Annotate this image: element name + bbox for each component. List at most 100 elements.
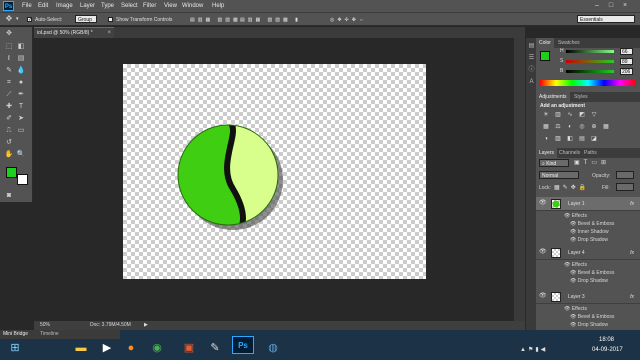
hue-saturation-icon[interactable]: ▦ — [542, 124, 550, 131]
brightness-value[interactable]: 206 — [620, 68, 633, 75]
tab-styles[interactable]: Styles — [571, 92, 591, 102]
effect-row[interactable]: 👁 Bevel & Emboss — [536, 269, 640, 277]
fx-icon[interactable]: fx — [630, 201, 634, 207]
firefox-icon[interactable]: ● — [120, 338, 142, 358]
start-button-icon[interactable]: ⊞ — [4, 338, 26, 358]
fx-icon[interactable]: fx — [630, 250, 634, 256]
media-player-icon[interactable]: ▶ — [96, 338, 118, 358]
eye-icon[interactable]: 👁 — [570, 278, 578, 284]
vibrance-icon[interactable]: ▽ — [590, 112, 598, 119]
eye-icon[interactable]: 👁 — [570, 322, 578, 328]
file-explorer-icon[interactable]: ▬ — [70, 338, 92, 358]
marquee-tool-icon[interactable]: ⬚ — [4, 42, 14, 52]
eye-icon[interactable]: 👁 — [570, 270, 578, 276]
menu-view[interactable]: View — [164, 3, 177, 9]
layer-filter-kind[interactable]: ⌕ Kind — [539, 159, 569, 167]
color-spectrum-ramp[interactable] — [540, 80, 636, 86]
background-color-swatch[interactable] — [17, 174, 28, 185]
layer-filter-icons[interactable]: ▣T▭⊞ — [574, 159, 610, 166]
auto-select-checkbox[interactable]: ✓ — [27, 17, 32, 23]
path-selection-tool-icon[interactable]: ➤ — [16, 114, 26, 124]
layer-name[interactable]: Layer 4 — [568, 250, 585, 256]
color-balance-icon[interactable]: ⚖ — [554, 124, 562, 131]
history-panel-icon[interactable]: ▤ — [527, 42, 536, 51]
tab-mini-bridge[interactable]: Mini Bridge — [3, 331, 28, 337]
effect-row[interactable]: 👁 Bevel & Emboss — [536, 220, 640, 228]
network-app-icon[interactable]: ◍ — [262, 338, 284, 358]
foreground-color-swatch[interactable] — [6, 167, 17, 178]
black-white-icon[interactable]: ◐ — [566, 124, 574, 131]
menu-filter[interactable]: Filter — [143, 3, 156, 9]
dropdown-arrow-icon[interactable]: ▾ — [16, 16, 19, 22]
curves-icon[interactable]: ∿ — [566, 112, 574, 119]
photoshop-taskbar-icon[interactable]: Ps — [232, 336, 254, 354]
visibility-eye-icon[interactable]: 👁 — [539, 249, 547, 255]
dodge-tool-icon[interactable]: ● — [16, 78, 26, 88]
menu-select[interactable]: Select — [121, 3, 138, 9]
tab-color[interactable]: Color — [536, 38, 554, 48]
eyedropper-tool-icon[interactable]: ⟋ — [4, 90, 14, 100]
history-brush-tool-icon[interactable]: ↺ — [4, 138, 14, 148]
menu-window[interactable]: Window — [182, 3, 203, 9]
character-panel-icon[interactable]: A — [527, 78, 536, 87]
brightness-contrast-icon[interactable]: ☀ — [542, 112, 550, 119]
maximize-button[interactable]: □ — [606, 1, 616, 10]
opacity-value[interactable] — [616, 171, 634, 179]
clone-stamp-tool-icon[interactable]: ⎍ — [4, 126, 14, 136]
clock-date[interactable]: 04-09-2017 — [592, 347, 623, 353]
eraser-tool-icon[interactable]: ◧ — [16, 42, 26, 52]
eye-icon[interactable]: 👁 — [570, 314, 578, 320]
effects-header[interactable]: 👁 Effects — [536, 261, 640, 269]
align-icons[interactable]: ▤▥▦ ▧▨▩ — [190, 17, 241, 23]
levels-icon[interactable]: ▥ — [554, 112, 562, 119]
move-tool-preset-icon[interactable]: ✥ — [4, 14, 14, 24]
blend-mode-dropdown[interactable]: Normal — [539, 171, 579, 179]
layer-row-layer-4[interactable]: 👁 Layer 4 fx — [536, 246, 640, 260]
auto-select-dropdown[interactable]: Group — [75, 15, 97, 23]
tab-layers[interactable]: Layers — [536, 148, 558, 158]
chrome-icon[interactable]: ◉ — [146, 338, 168, 358]
properties-panel-icon[interactable]: ☰ — [527, 54, 536, 63]
effect-row[interactable]: 👁 Drop Shadow — [536, 236, 640, 244]
effect-row[interactable]: 👁 Bevel & Emboss — [536, 313, 640, 321]
clock-time[interactable]: 18:08 — [599, 337, 614, 343]
lock-icons[interactable]: ▦✎✥🔒 — [554, 184, 589, 191]
menu-file[interactable]: File — [22, 3, 32, 9]
blur-tool-icon[interactable]: 💧 — [16, 66, 26, 76]
eye-icon[interactable]: 👁 — [564, 306, 572, 312]
brightness-slider[interactable] — [566, 70, 614, 73]
lasso-tool-icon[interactable]: ℓ — [4, 54, 14, 64]
threshold-icon[interactable]: ◧ — [566, 136, 574, 143]
tab-adjustments[interactable]: Adjustments — [536, 92, 570, 102]
eye-icon[interactable]: 👁 — [564, 262, 572, 268]
menu-edit[interactable]: Edit — [38, 3, 48, 9]
distribute-icons[interactable]: ▤▥▦ ▧▨▩ ▮ — [240, 17, 301, 23]
3d-mode-icons[interactable]: ◎✥✣✤⇔ — [330, 17, 367, 23]
quick-select-tool-icon[interactable]: ✎ — [4, 66, 14, 76]
pen-tool-icon[interactable]: ✒ — [16, 90, 26, 100]
gradient-map-icon[interactable]: ▤ — [578, 136, 586, 143]
effects-header[interactable]: 👁 Effects — [536, 212, 640, 220]
tab-swatches[interactable]: Swatches — [555, 38, 583, 48]
invert-icon[interactable]: ◑ — [542, 136, 550, 143]
effects-header[interactable]: 👁 Effects — [536, 305, 640, 313]
document-canvas[interactable] — [123, 64, 426, 279]
brush-tool-icon[interactable]: ✐ — [4, 114, 14, 124]
exposure-icon[interactable]: ◩ — [578, 112, 586, 119]
selective-color-icon[interactable]: ◪ — [590, 136, 598, 143]
tab-timeline[interactable]: Timeline — [40, 331, 59, 337]
quick-mask-icon[interactable]: ◙ — [4, 191, 14, 201]
saturation-value[interactable]: 89 — [620, 58, 633, 65]
menu-layer[interactable]: Layer — [80, 3, 95, 9]
healing-brush-tool-icon[interactable]: ✚ — [4, 102, 14, 112]
system-tray-icons[interactable]: ▲⚑▮◀ — [520, 346, 547, 353]
zoom-tool-icon[interactable]: 🔍 — [16, 150, 26, 160]
menu-image[interactable]: Image — [56, 3, 73, 9]
layer-name[interactable]: Layer 3 — [568, 294, 585, 300]
workspace-switcher[interactable]: Essentials — [577, 15, 635, 23]
fx-icon[interactable]: fx — [630, 294, 634, 300]
menu-type[interactable]: Type — [101, 3, 114, 9]
info-panel-icon[interactable]: ⓘ — [527, 66, 536, 75]
menu-help[interactable]: Help — [212, 3, 224, 9]
rectangle-tool-icon[interactable]: ▭ — [16, 126, 26, 136]
